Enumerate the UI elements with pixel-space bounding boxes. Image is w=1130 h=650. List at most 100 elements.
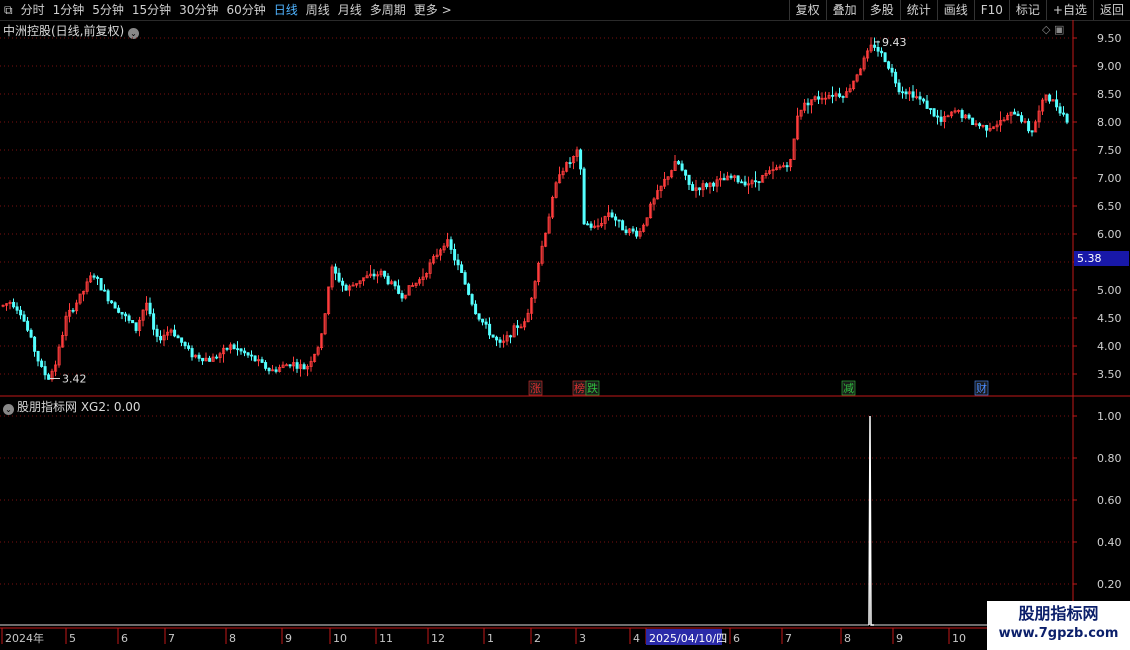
- period-tab[interactable]: 日线: [270, 0, 302, 20]
- toolbar-button[interactable]: 画线: [936, 0, 974, 20]
- watermark: 股朋指标网 www.7gpzb.com: [987, 601, 1130, 650]
- candle-body: [204, 357, 208, 362]
- candle-body: [698, 187, 702, 191]
- candle-body: [463, 272, 467, 285]
- candle-body: [411, 285, 415, 287]
- candle-body: [950, 111, 954, 117]
- candle-body: [1051, 99, 1055, 102]
- candle-body: [715, 179, 719, 187]
- candle-body: [82, 290, 86, 295]
- candle-body: [845, 91, 849, 98]
- candle-body: [526, 312, 530, 323]
- candle-body: [1037, 110, 1041, 123]
- toolbar-right-buttons: 复权 叠加 多股 统计 画线 F10 标记 +自选 返回: [788, 0, 1130, 20]
- candle-body: [327, 286, 331, 315]
- chart-title[interactable]: 中洲控股(日线,前复权) ⌄: [3, 22, 142, 39]
- toolbar-button[interactable]: F10: [973, 0, 1009, 20]
- candle-body: [295, 362, 299, 369]
- toolbar-button[interactable]: 统计: [899, 0, 937, 20]
- candle-body: [859, 68, 863, 76]
- candle-body: [978, 123, 982, 127]
- chevron-down-icon[interactable]: ⌄: [128, 28, 140, 39]
- candlestick-chart[interactable]: 9.509.008.508.007.507.006.506.005.505.00…: [0, 0, 1130, 650]
- period-tab[interactable]: 多周期: [366, 0, 410, 20]
- period-tab[interactable]: 更多 >: [410, 0, 456, 20]
- candle-body: [516, 325, 520, 328]
- date-axis-label: 8: [844, 632, 851, 645]
- watermark-line1: 股朋指标网: [1018, 604, 1099, 623]
- candle-body: [789, 159, 793, 168]
- candle-body: [19, 309, 23, 316]
- candle-body: [785, 165, 789, 168]
- diamond-icon[interactable]: ◇: [1042, 23, 1050, 36]
- candle-body: [726, 175, 730, 181]
- date-axis-label: 2024年: [5, 631, 44, 645]
- indicator-axis-label: 0.20: [1097, 578, 1122, 591]
- period-tab[interactable]: 分时: [17, 0, 49, 20]
- candle-body: [12, 301, 16, 308]
- candle-body: [883, 52, 887, 63]
- candle-body: [418, 279, 422, 284]
- period-tab[interactable]: 月线: [334, 0, 366, 20]
- candle-body: [124, 313, 128, 317]
- candle-body: [911, 91, 915, 98]
- price-axis-label: 4.50: [1097, 312, 1122, 325]
- candle-body: [1041, 99, 1045, 112]
- window-icon[interactable]: ▣: [1054, 23, 1064, 36]
- candle-body: [110, 300, 114, 304]
- period-tab[interactable]: 1分钟: [49, 0, 89, 20]
- candle-body: [222, 347, 226, 355]
- candle-body: [673, 161, 677, 172]
- toolbar-button[interactable]: 复权: [788, 0, 826, 20]
- candle-body: [925, 100, 929, 109]
- candle-body: [621, 220, 625, 231]
- date-axis-label: 9: [285, 632, 292, 645]
- candle-body: [435, 254, 439, 257]
- candle-body: [1065, 113, 1069, 123]
- toolbar-button[interactable]: 多股: [862, 0, 900, 20]
- candle-body: [173, 329, 177, 337]
- candle-body: [47, 374, 51, 380]
- candle-body: [932, 108, 936, 117]
- candle-body: [113, 302, 117, 309]
- period-tab[interactable]: 周线: [302, 0, 334, 20]
- candle-body: [117, 307, 121, 313]
- period-tab[interactable]: 30分钟: [175, 0, 222, 20]
- candle-body: [540, 245, 544, 264]
- toolbar-button[interactable]: 叠加: [825, 0, 863, 20]
- period-tab[interactable]: 5分钟: [88, 0, 128, 20]
- candle-body: [152, 313, 156, 330]
- candle-body: [918, 96, 922, 100]
- chevron-down-icon[interactable]: ⌄: [3, 404, 14, 415]
- toolbar-button[interactable]: 返回: [1092, 0, 1130, 20]
- candle-body: [659, 185, 663, 192]
- candle-body: [337, 272, 341, 282]
- candle-body: [292, 362, 296, 367]
- candle-body: [285, 364, 289, 367]
- candle-body: [862, 57, 866, 70]
- toolbar-button[interactable]: +自选: [1045, 0, 1093, 20]
- current-price-tag: 5.38: [1074, 251, 1129, 266]
- date-axis-label: 9: [896, 632, 903, 645]
- indicator-title: 股朋指标网 XG2: 0.00: [17, 400, 141, 414]
- candle-body: [960, 110, 964, 119]
- candle-body: [852, 80, 856, 90]
- period-tab[interactable]: 15分钟: [128, 0, 175, 20]
- candle-body: [71, 309, 75, 312]
- indicator-title-bar[interactable]: ⌄ 股朋指标网 XG2: 0.00: [3, 398, 141, 415]
- candle-body: [127, 315, 131, 321]
- candle-body: [442, 245, 446, 251]
- candle-body: [33, 336, 37, 352]
- candle-body: [666, 176, 670, 180]
- candle-body: [78, 293, 82, 304]
- candle-body: [631, 228, 635, 232]
- candle-body: [820, 97, 824, 100]
- chart-corner-controls[interactable]: ◇ ▣: [1042, 23, 1064, 36]
- candle-body: [670, 170, 674, 178]
- price-axis-label: 9.00: [1097, 60, 1122, 73]
- toolbar-button[interactable]: 标记: [1008, 0, 1046, 20]
- candle-body: [999, 120, 1003, 126]
- period-tab[interactable]: 60分钟: [222, 0, 269, 20]
- low-price-label: 3.42: [62, 372, 87, 385]
- layout-icon[interactable]: ⧉: [0, 0, 17, 20]
